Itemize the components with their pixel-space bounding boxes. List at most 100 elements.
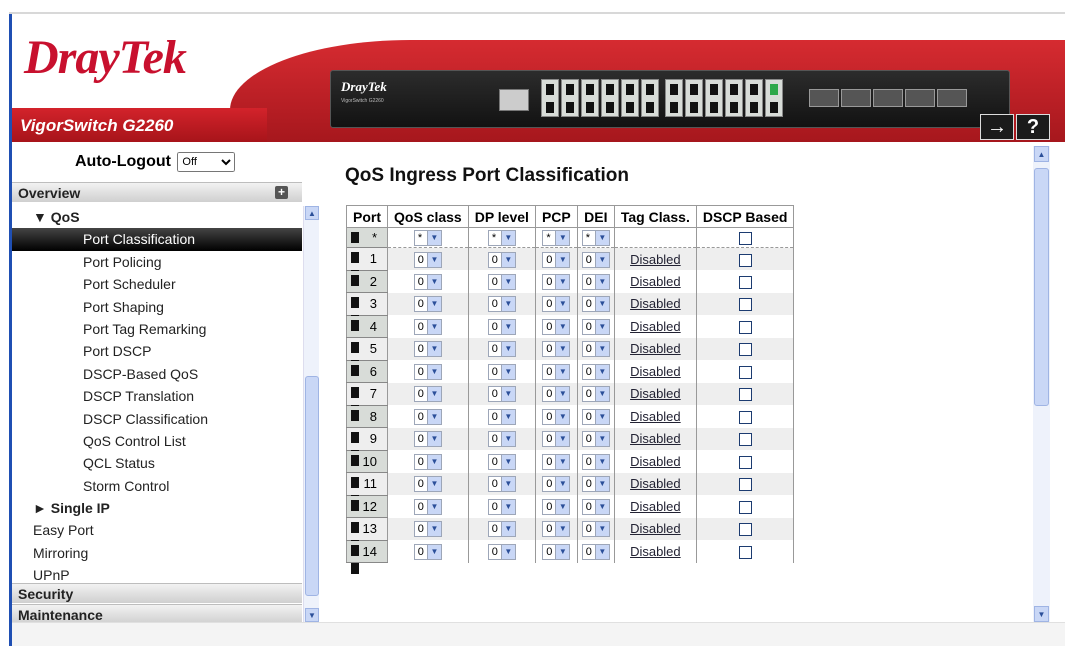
qos-class-select[interactable]: 0 ▼ bbox=[413, 251, 442, 268]
dei-select[interactable]: 0 ▼ bbox=[581, 251, 610, 268]
dp-level-select[interactable]: 0 ▼ bbox=[487, 341, 516, 358]
dscp-based-checkbox[interactable] bbox=[738, 500, 752, 514]
nav-scroll-up-icon[interactable]: ▲ bbox=[305, 206, 319, 220]
dp-level-select[interactable]: 0 ▼ bbox=[487, 543, 516, 560]
chevron-down-icon[interactable]: ▼ bbox=[555, 297, 570, 312]
tag-class-link[interactable]: Disabled bbox=[630, 319, 681, 334]
chevron-down-icon[interactable]: ▼ bbox=[594, 432, 609, 447]
chevron-down-icon[interactable]: ▼ bbox=[500, 409, 515, 424]
qos-class-select[interactable]: 0 ▼ bbox=[413, 453, 442, 470]
chevron-down-icon[interactable]: ▼ bbox=[594, 231, 609, 245]
chevron-down-icon[interactable]: ▼ bbox=[500, 499, 515, 514]
dscp-based-checkbox[interactable] bbox=[738, 388, 752, 402]
nav-item[interactable]: Port Classification bbox=[12, 228, 302, 251]
tag-class-link[interactable]: Disabled bbox=[630, 454, 681, 469]
qos-class-select[interactable]: 0 ▼ bbox=[413, 431, 442, 448]
dei-select[interactable]: 0 ▼ bbox=[581, 543, 610, 560]
nav-item[interactable]: QoS Control List bbox=[12, 430, 302, 452]
pcp-select[interactable]: 0 ▼ bbox=[542, 296, 571, 313]
qos-class-select[interactable]: 0 ▼ bbox=[413, 521, 442, 538]
nav-section-overview[interactable]: Overview + bbox=[12, 182, 302, 202]
chevron-down-icon[interactable]: ▼ bbox=[555, 387, 570, 402]
pcp-select[interactable]: 0 ▼ bbox=[542, 386, 571, 403]
chevron-down-icon[interactable]: ▼ bbox=[500, 432, 515, 447]
chevron-down-icon[interactable]: ▼ bbox=[594, 454, 609, 469]
dei-select[interactable]: 0 ▼ bbox=[581, 341, 610, 358]
chevron-down-icon[interactable]: ▼ bbox=[594, 544, 609, 559]
dp-level-select[interactable]: 0 ▼ bbox=[487, 251, 516, 268]
nav-item[interactable]: Easy Port bbox=[12, 519, 302, 541]
chevron-down-icon[interactable]: ▼ bbox=[555, 364, 570, 379]
logout-icon[interactable]: → bbox=[980, 114, 1014, 140]
qos-class-select[interactable]: 0 ▼ bbox=[413, 341, 442, 358]
chevron-down-icon[interactable]: ▼ bbox=[594, 364, 609, 379]
pcp-select[interactable]: 0 ▼ bbox=[542, 476, 571, 493]
dscp-based-checkbox[interactable] bbox=[738, 410, 752, 424]
pcp-select[interactable]: 0 ▼ bbox=[542, 543, 571, 560]
chevron-down-icon[interactable]: ▼ bbox=[426, 387, 441, 402]
qos-class-select[interactable]: 0 ▼ bbox=[413, 273, 442, 290]
tag-class-link[interactable]: Disabled bbox=[630, 431, 681, 446]
dei-select[interactable]: * ▼ bbox=[581, 230, 610, 246]
chevron-down-icon[interactable]: ▼ bbox=[555, 409, 570, 424]
qos-class-select[interactable]: 0 ▼ bbox=[413, 543, 442, 560]
dp-level-select[interactable]: * ▼ bbox=[487, 230, 516, 246]
chevron-down-icon[interactable]: ▼ bbox=[594, 319, 609, 334]
dei-select[interactable]: 0 ▼ bbox=[581, 318, 610, 335]
chevron-down-icon[interactable]: ▼ bbox=[426, 477, 441, 492]
nav-item[interactable]: Port Scheduler bbox=[12, 273, 302, 295]
dscp-based-checkbox[interactable] bbox=[738, 365, 752, 379]
chevron-down-icon[interactable]: ▼ bbox=[426, 231, 441, 245]
chevron-down-icon[interactable]: ▼ bbox=[426, 522, 441, 537]
pcp-select[interactable]: 0 ▼ bbox=[542, 273, 571, 290]
pcp-select[interactable]: 0 ▼ bbox=[542, 431, 571, 448]
dscp-based-checkbox[interactable] bbox=[738, 545, 752, 559]
nav-item[interactable]: Port DSCP bbox=[12, 340, 302, 362]
pcp-select[interactable]: 0 ▼ bbox=[542, 521, 571, 538]
nav-scroll-thumb[interactable] bbox=[305, 376, 319, 596]
dp-level-select[interactable]: 0 ▼ bbox=[487, 363, 516, 380]
pcp-select[interactable]: 0 ▼ bbox=[542, 318, 571, 335]
chevron-down-icon[interactable]: ▼ bbox=[555, 432, 570, 447]
dp-level-select[interactable]: 0 ▼ bbox=[487, 318, 516, 335]
chevron-down-icon[interactable]: ▼ bbox=[426, 454, 441, 469]
tag-class-link[interactable]: Disabled bbox=[630, 252, 681, 267]
chevron-down-icon[interactable]: ▼ bbox=[426, 364, 441, 379]
dscp-based-checkbox[interactable] bbox=[738, 298, 752, 312]
dei-select[interactable]: 0 ▼ bbox=[581, 431, 610, 448]
nav-item[interactable]: Port Shaping bbox=[12, 296, 302, 318]
dp-level-select[interactable]: 0 ▼ bbox=[487, 273, 516, 290]
pcp-select[interactable]: 0 ▼ bbox=[542, 251, 571, 268]
chevron-down-icon[interactable]: ▼ bbox=[426, 319, 441, 334]
dp-level-select[interactable]: 0 ▼ bbox=[487, 386, 516, 403]
chevron-down-icon[interactable]: ▼ bbox=[555, 499, 570, 514]
chevron-down-icon[interactable]: ▼ bbox=[594, 409, 609, 424]
page-scroll-up-icon[interactable]: ▲ bbox=[1034, 146, 1049, 162]
nav-item[interactable]: DSCP Translation bbox=[12, 385, 302, 407]
tag-class-link[interactable]: Disabled bbox=[630, 296, 681, 311]
nav-item[interactable]: DSCP-Based QoS bbox=[12, 363, 302, 385]
dp-level-select[interactable]: 0 ▼ bbox=[487, 431, 516, 448]
chevron-down-icon[interactable]: ▼ bbox=[555, 274, 570, 289]
chevron-down-icon[interactable]: ▼ bbox=[594, 252, 609, 267]
page-scroll-down-icon[interactable]: ▼ bbox=[1034, 606, 1049, 622]
chevron-down-icon[interactable]: ▼ bbox=[500, 364, 515, 379]
chevron-down-icon[interactable]: ▼ bbox=[555, 454, 570, 469]
dp-level-select[interactable]: 0 ▼ bbox=[487, 521, 516, 538]
dp-level-select[interactable]: 0 ▼ bbox=[487, 408, 516, 425]
pcp-select[interactable]: 0 ▼ bbox=[542, 341, 571, 358]
chevron-down-icon[interactable]: ▼ bbox=[426, 432, 441, 447]
nav-item[interactable]: QCL Status bbox=[12, 452, 302, 474]
help-button[interactable]: ? bbox=[1016, 114, 1050, 140]
dscp-based-checkbox[interactable] bbox=[738, 523, 752, 537]
chevron-down-icon[interactable]: ▼ bbox=[500, 274, 515, 289]
dp-level-select[interactable]: 0 ▼ bbox=[487, 296, 516, 313]
dei-select[interactable]: 0 ▼ bbox=[581, 453, 610, 470]
chevron-down-icon[interactable]: ▼ bbox=[426, 342, 441, 357]
chevron-down-icon[interactable]: ▼ bbox=[555, 231, 570, 245]
tag-class-link[interactable]: Disabled bbox=[630, 409, 681, 424]
qos-class-select[interactable]: * ▼ bbox=[413, 230, 442, 246]
tag-class-link[interactable]: Disabled bbox=[630, 544, 681, 559]
qos-class-select[interactable]: 0 ▼ bbox=[413, 498, 442, 515]
chevron-down-icon[interactable]: ▼ bbox=[500, 342, 515, 357]
